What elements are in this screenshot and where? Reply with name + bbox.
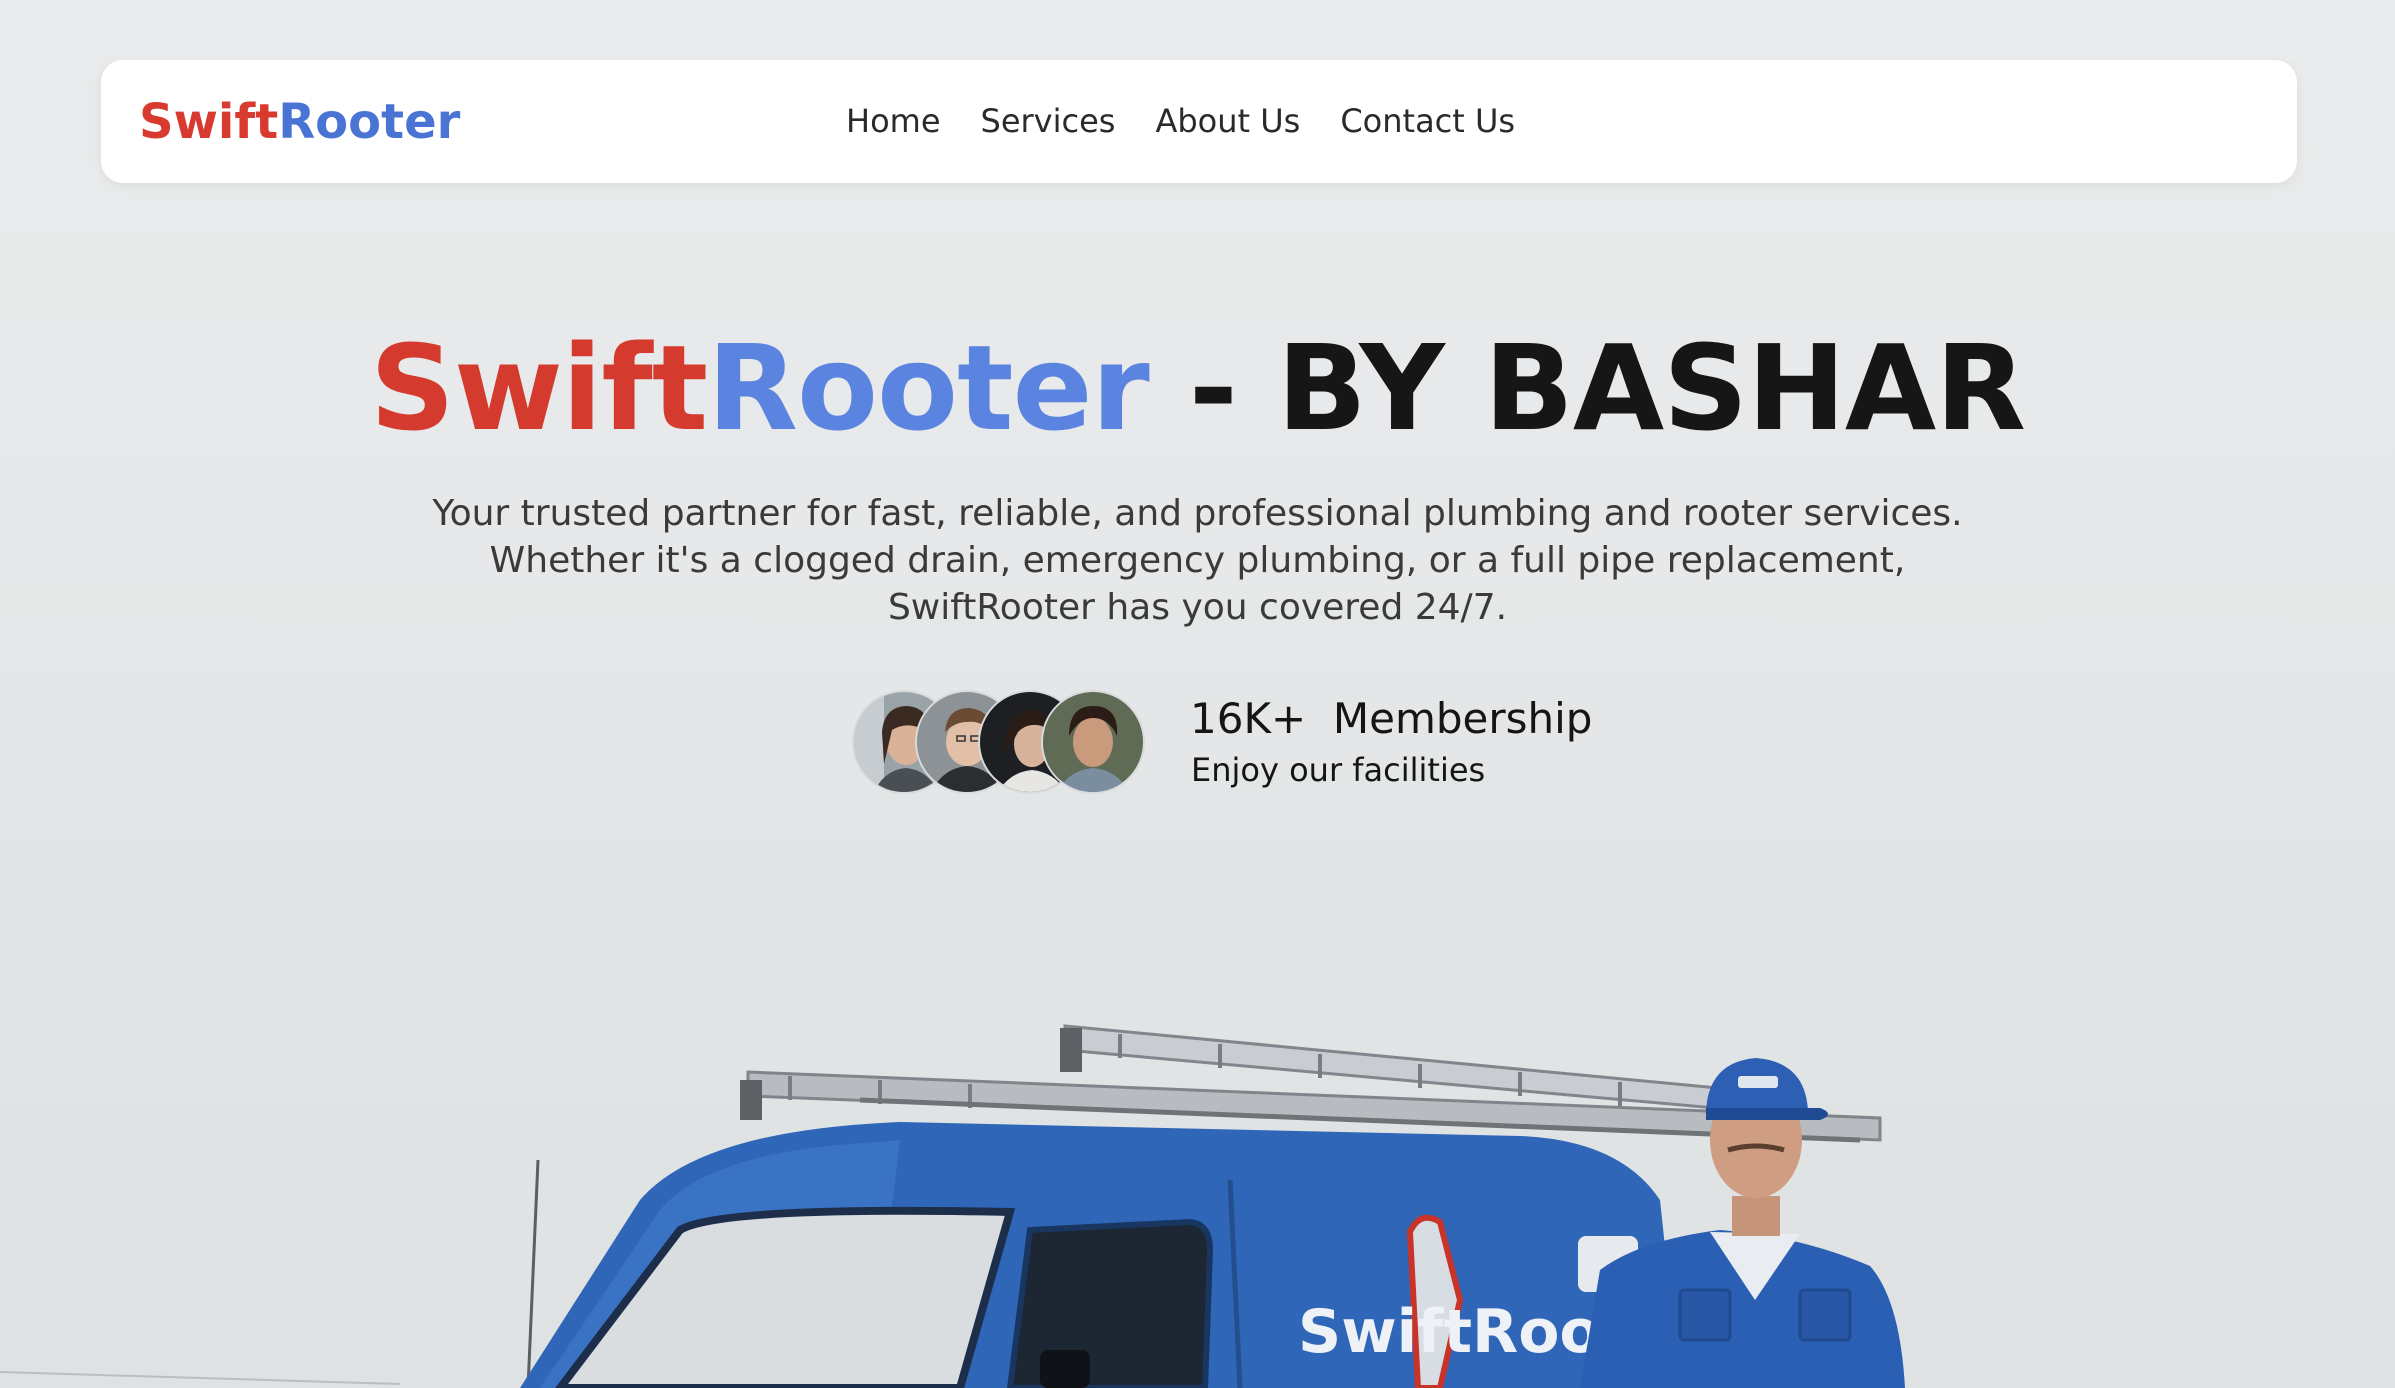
nav-about-us[interactable]: About Us (1155, 96, 1300, 146)
hero-title-rooter: Rooter (707, 319, 1150, 457)
hero-description: Your trusted partner for fast, reliable,… (432, 493, 1963, 628)
membership-count: 16K+ Membership (1190, 694, 1593, 743)
hero-title-swift: Swift (369, 319, 708, 457)
logo-swift: Swift (139, 94, 279, 150)
nav-home[interactable]: Home (846, 96, 941, 146)
hero-title-byline: - BY BASHAR (1148, 319, 2026, 457)
van: SwiftRooter (520, 1122, 1700, 1388)
logo-rooter: Rooter (278, 94, 461, 150)
hero-photo: SwiftRooter (0, 1000, 2395, 1388)
page: SwiftRooter Home Services About Us Conta… (0, 0, 2395, 1388)
navbar: SwiftRooter Home Services About Us Conta… (101, 60, 2297, 183)
membership-subtitle: Enjoy our facilities (1191, 751, 1486, 789)
van-and-technician-image: SwiftRooter (0, 1024, 1905, 1388)
member-avatars (852, 690, 1152, 796)
logo[interactable]: SwiftRooter (139, 94, 460, 150)
hero-title: SwiftRooter - BY BASHAR (0, 318, 2395, 458)
nav-contact-us[interactable]: Contact Us (1340, 96, 1515, 146)
nav-services[interactable]: Services (981, 96, 1116, 146)
avatar (1041, 690, 1145, 794)
nav-links: Home Services About Us Contact Us (846, 96, 1515, 146)
